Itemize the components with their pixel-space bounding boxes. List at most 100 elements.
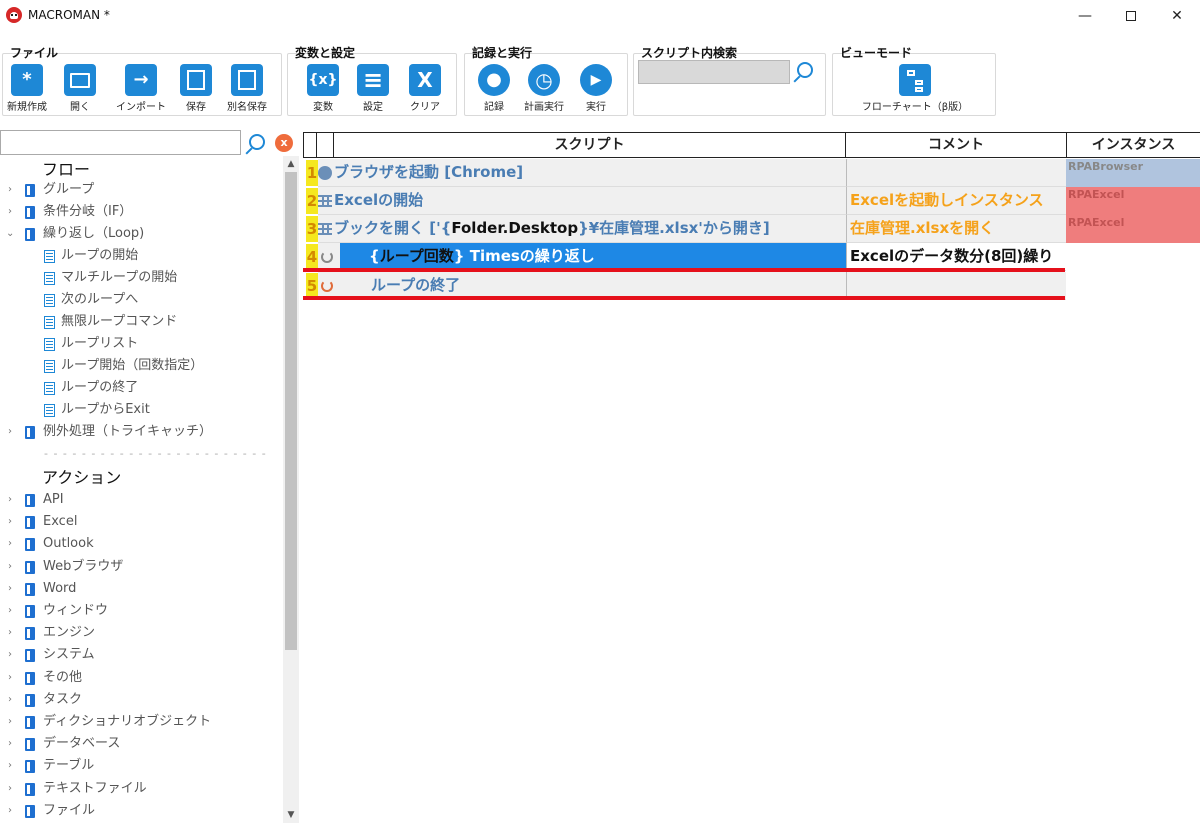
chevron-right-icon[interactable]: › [8,689,16,711]
run-button[interactable]: ▶ 実行 [578,64,614,113]
scroll-down-arrow-icon[interactable]: ▼ [283,807,299,823]
scroll-up-arrow-icon[interactable]: ▲ [283,156,299,172]
tree-action-item[interactable]: › ファイル [0,800,280,822]
tree-action-item[interactable]: › システム [0,644,280,666]
comment-cell[interactable]: 在庫管理.xlsxを開く [846,215,1066,243]
scroll-thumb[interactable] [285,172,297,650]
script-row[interactable]: 3 ブックを開く ['{Folder.Desktop}¥在庫管理.xlsx'から… [303,215,1200,243]
tree-next-loop[interactable]: 次のループへ [0,289,280,311]
run-group-title: 記録と実行 [472,46,533,60]
script-cell[interactable]: ブラウザを起動 [Chrome] [318,159,846,187]
chevron-down-icon[interactable]: ⌄ [6,223,14,245]
tree-action-label: タスク [43,691,83,707]
tree-scrollbar[interactable]: ▲ ▼ [283,156,299,823]
tree-action-label: その他 [43,669,83,685]
search-icon[interactable] [797,62,813,78]
chevron-right-icon[interactable]: › [8,622,16,644]
tree-action-item[interactable]: › その他 [0,667,280,689]
chevron-right-icon[interactable]: › [8,511,16,533]
script-cell[interactable]: ブックを開く ['{Folder.Desktop}¥在庫管理.xlsx'から開き… [318,215,846,243]
new-button[interactable]: * 新規作成 [4,64,50,113]
schedule-run-button[interactable]: ◷ 計画実行 [520,64,568,113]
arrow-right-icon: → [125,64,157,96]
comment-cell[interactable]: Excelを起動しインスタンス [846,187,1066,215]
row-number: 4 [306,244,318,270]
tree-loop-times[interactable]: ループ開始（回数指定） [0,355,280,377]
chevron-right-icon[interactable]: › [8,421,16,443]
tree-action-item[interactable]: › Outlook [0,533,280,555]
tree-action-item[interactable]: › Webブラウザ [0,556,280,578]
chevron-right-icon[interactable]: › [8,489,16,511]
chevron-right-icon[interactable]: › [8,778,16,800]
close-button[interactable]: ✕ [1154,0,1200,32]
chevron-right-icon[interactable]: › [8,755,16,777]
flowchart-button[interactable]: フローチャート（β版） [850,64,980,113]
tree-action-item[interactable]: › Excel [0,511,280,533]
tree-if-item[interactable]: › 条件分岐（IF） [0,201,280,223]
tree-action-item[interactable]: › ウィンドウ [0,600,280,622]
clear-search-button[interactable]: x [275,134,293,152]
tree-action-item[interactable]: › API [0,489,280,511]
script-row[interactable]: 2 Excelの開始 Excelを起動しインスタンス RPAExcel [303,187,1200,215]
script-row-selected[interactable]: 4 {ループ回数} Timesの繰り返し Excelのデータ数分(8回)繰り [303,243,1200,271]
script-cell[interactable]: Excelの開始 [318,187,846,215]
clear-button[interactable]: X クリア [405,64,445,113]
chevron-right-icon[interactable]: › [8,179,16,201]
tree-action-item[interactable]: › テキストファイル [0,778,280,800]
chevron-right-icon[interactable]: › [8,533,16,555]
tree-loop-exit[interactable]: ループからExit [0,399,280,421]
tree-action-item[interactable]: › タスク [0,689,280,711]
tree-action-label: Webブラウザ [43,558,124,574]
save-as-button[interactable]: 別名保存 [222,64,272,113]
instance-cell[interactable]: RPABrowser [1066,159,1200,187]
comment-cell[interactable]: Excelのデータ数分(8回)繰り [846,243,1066,271]
chevron-right-icon[interactable]: › [8,800,16,822]
tree-action-item[interactable]: › テーブル [0,755,280,777]
book-icon [25,649,35,663]
tree-multi-loop-start[interactable]: マルチループの開始 [0,267,280,289]
settings-button[interactable]: ≡ 設定 [353,64,393,113]
variables-button[interactable]: {x} 変数 [303,64,343,113]
maximize-button[interactable] [1108,0,1154,32]
script-cell[interactable]: {ループ回数} Timesの繰り返し [340,243,846,271]
chevron-right-icon[interactable]: › [8,711,16,733]
open-button[interactable]: 開く [58,64,102,113]
tree-loop-end[interactable]: ループの終了 [0,377,280,399]
tree-try-catch-item[interactable]: › 例外処理（トライキャッチ） [0,421,280,443]
header-comment[interactable]: コメント [846,133,1067,158]
script-row[interactable]: 1 ブラウザを起動 [Chrome] RPABrowser [303,159,1200,187]
import-button[interactable]: → インポート [112,64,170,113]
chevron-right-icon[interactable]: › [8,733,16,755]
tree-loop-list[interactable]: ループリスト [0,333,280,355]
comment-cell[interactable] [846,159,1066,187]
instance-cell[interactable]: RPAExcel [1066,215,1200,243]
chevron-right-icon[interactable]: › [8,600,16,622]
tree-action-item[interactable]: › エンジン [0,622,280,644]
play-icon: ▶ [580,64,612,96]
header-instance[interactable]: インスタンス [1067,133,1200,158]
chevron-right-icon[interactable]: › [8,667,16,689]
book-icon [25,738,35,752]
file-group-title: ファイル [10,46,59,60]
instance-cell[interactable]: RPAExcel [1066,187,1200,215]
tree-action-item[interactable]: › ディクショナリオブジェクト [0,711,280,733]
tree-loop-item[interactable]: ⌄ 繰り返し（Loop) [0,223,280,245]
vars-group: 変数と設定 {x} 変数 ≡ 設定 X クリア [285,40,457,118]
command-search-input[interactable] [0,130,241,155]
tree-group-item[interactable]: › グループ [0,179,280,201]
tree-infinite-loop[interactable]: 無限ループコマンド [0,311,280,333]
search-icon[interactable] [249,134,265,150]
save-button[interactable]: 保存 [176,64,216,113]
chevron-right-icon[interactable]: › [8,201,16,223]
chevron-right-icon[interactable]: › [8,578,16,600]
record-button[interactable]: ● 記録 [476,64,512,113]
chevron-right-icon[interactable]: › [8,556,16,578]
tree-loop-start[interactable]: ループの開始 [0,245,280,267]
script-search-input[interactable] [638,60,790,84]
minimize-button[interactable]: — [1062,0,1108,32]
header-script[interactable]: スクリプト [334,133,846,158]
tree-action-item[interactable]: › データベース [0,733,280,755]
chevron-right-icon[interactable]: › [8,644,16,666]
tree-action-item[interactable]: › Word [0,578,280,600]
tree-action-label: データベース [43,736,121,752]
